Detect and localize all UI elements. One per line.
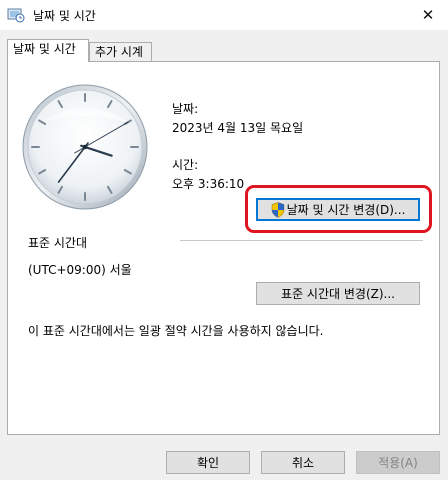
datetime-settings-icon [7, 8, 25, 23]
title-bar: 날짜 및 시간 ✕ [0, 0, 448, 30]
timezone-heading: 표준 시간대 [28, 236, 88, 250]
ok-button[interactable]: 확인 [166, 451, 250, 474]
date-label: 날짜: [172, 102, 199, 116]
tab-additional-clocks[interactable]: 추가 시계 [89, 42, 152, 62]
timezone-divider [180, 240, 423, 241]
time-label: 시간: [172, 158, 199, 172]
time-value: 오후 3:36:10 [172, 177, 245, 191]
cancel-button[interactable]: 취소 [261, 451, 345, 474]
analog-clock [22, 84, 148, 210]
change-timezone-button[interactable]: 표준 시간대 변경(Z)... [256, 282, 420, 305]
apply-button: 적용(A) [356, 451, 440, 474]
dst-note: 이 표준 시간대에서는 일광 절약 시간을 사용하지 않습니다. [28, 324, 324, 338]
change-date-time-button[interactable]: 날짜 및 시간 변경(D)... [256, 198, 420, 221]
change-date-time-label: 날짜 및 시간 변경(D)... [286, 203, 406, 217]
window-title: 날짜 및 시간 [33, 9, 96, 23]
uac-shield-icon [271, 201, 284, 218]
close-button[interactable]: ✕ [408, 0, 448, 30]
date-value: 2023년 4월 13일 목요일 [172, 121, 304, 135]
close-icon: ✕ [421, 6, 435, 24]
tab-date-time[interactable]: 날짜 및 시간 [7, 39, 89, 62]
timezone-value: (UTC+09:00) 서울 [28, 263, 132, 277]
